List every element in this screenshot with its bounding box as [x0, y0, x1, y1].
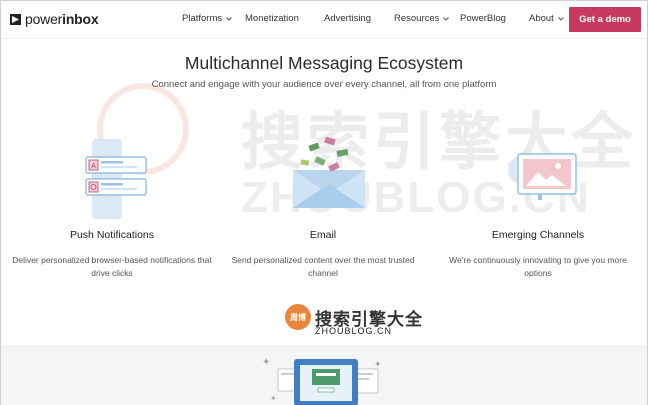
- powerinbox-logo[interactable]: powerinbox: [10, 10, 99, 28]
- top-navigation: powerinbox Platforms Monetization Advert…: [1, 1, 647, 39]
- nav-label: Monetization: [245, 13, 299, 24]
- nav-label: PowerBlog: [460, 13, 506, 24]
- chevron-down-icon: [557, 16, 564, 21]
- logo-mark-icon: [10, 13, 21, 25]
- section-subtitle: Connect and engage with your audience ov…: [151, 79, 497, 90]
- nav-label: Resources: [394, 13, 440, 24]
- feature-title: Push Notifications: [69, 229, 155, 241]
- svg-text:✦: ✦: [374, 360, 382, 370]
- emerging-channels-icon: [508, 153, 577, 200]
- chevron-down-icon: [226, 16, 232, 21]
- watermark-badge: 周博: [285, 304, 311, 330]
- feature-description: Deliver personalized browser-based notif…: [12, 255, 212, 278]
- watermark-logo: 周博 搜索引擎大全 ZHOUBLOG.CN: [285, 304, 423, 336]
- nav-item-advertising[interactable]: Advertising: [324, 13, 371, 24]
- nav-item-about[interactable]: About: [529, 13, 565, 24]
- nav-item-resources[interactable]: Resources: [394, 13, 450, 24]
- section-title: Multichannel Messaging Ecosystem: [184, 53, 464, 73]
- push-notification-icon: A: [85, 139, 147, 219]
- svg-text:A: A: [91, 163, 96, 170]
- nav-item-platforms[interactable]: Platforms: [182, 13, 233, 24]
- platform-illustration-icon: ✦ ✦ ✦: [262, 357, 382, 405]
- email-envelope-icon: [293, 136, 365, 208]
- nav-label: About: [529, 13, 554, 24]
- svg-text:✦: ✦: [270, 394, 277, 403]
- feature-title: Emerging Channels: [491, 229, 585, 241]
- feature-description: We're continuously innovating to give yo…: [449, 255, 627, 278]
- next-section: ✦ ✦ ✦: [1, 345, 647, 405]
- feature-title: Email: [309, 229, 337, 241]
- logo-text: powerinbox: [25, 11, 99, 27]
- get-a-demo-button[interactable]: Get a demo: [569, 7, 641, 32]
- svg-text:✦: ✦: [262, 357, 270, 368]
- nav-item-monetization[interactable]: Monetization: [245, 13, 299, 24]
- watermark-logo-english: ZHOUBLOG.CN: [315, 326, 393, 336]
- nav-item-powerblog[interactable]: PowerBlog: [460, 13, 506, 24]
- chevron-down-icon: [443, 16, 450, 21]
- nav-label: Platforms: [182, 13, 223, 24]
- feature-description: Send personalized content over the most …: [231, 255, 415, 278]
- nav-label: Advertising: [324, 13, 371, 24]
